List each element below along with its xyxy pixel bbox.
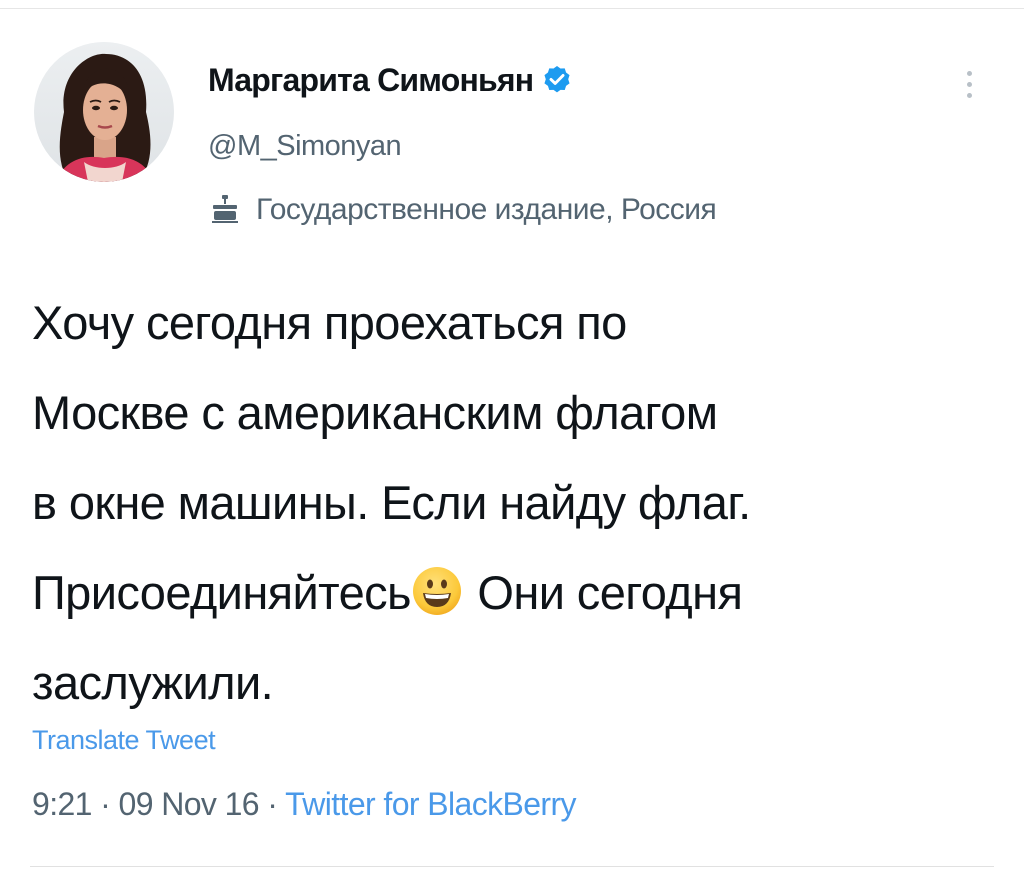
avatar[interactable] (34, 42, 174, 182)
profile-photo-icon (34, 42, 174, 182)
more-options-button[interactable] (954, 62, 984, 106)
author-name-row[interactable]: Маргарита Симоньян (208, 58, 573, 102)
state-media-icon (212, 195, 238, 223)
tweet-text-line-with-emoji: Присоединяйтесь Они сегодня (32, 548, 992, 638)
state-media-label-text: Государственное издание, Россия (256, 193, 717, 226)
state-media-label[interactable]: Государственное издание, Россия (208, 188, 717, 232)
author-display-name[interactable]: Маргарита Симоньян (208, 62, 534, 99)
tweet-time[interactable]: 9:21 (32, 786, 92, 822)
tweet-text-line: заслужили. (32, 656, 274, 709)
more-vertical-icon-dot (966, 92, 972, 98)
tweet-text: Хочу сегодня проехаться по Москве с амер… (32, 278, 992, 728)
grinning-face-emoji-icon (412, 567, 461, 615)
meta-separator: · (91, 786, 119, 822)
tweet-text-line: Хочу сегодня проехаться по (32, 296, 627, 349)
meta-separator: · (259, 786, 286, 822)
verified-badge-icon (544, 66, 570, 93)
more-vertical-icon-dot (966, 81, 972, 87)
tweet-text-segment: Они сегодня (464, 566, 743, 619)
translate-tweet-link[interactable]: Translate Tweet (32, 725, 216, 756)
more-vertical-icon (966, 70, 972, 76)
author-handle[interactable]: @M_Simonyan (208, 130, 402, 163)
tweet-text-line: в окне машины. Если найду флаг. (32, 476, 751, 529)
tweet-date[interactable]: 09 Nov 16 (119, 786, 260, 822)
tweet-text-segment: Присоединяйтесь (32, 566, 412, 619)
tweet-metadata: 9:21 · 09 Nov 16 · Twitter for BlackBerr… (32, 786, 577, 823)
bottom-divider (30, 866, 994, 867)
top-divider (0, 8, 1024, 9)
tweet-text-line: Москве с американским флагом (32, 386, 718, 439)
tweet-source-link[interactable]: Twitter for BlackBerry (285, 786, 576, 822)
